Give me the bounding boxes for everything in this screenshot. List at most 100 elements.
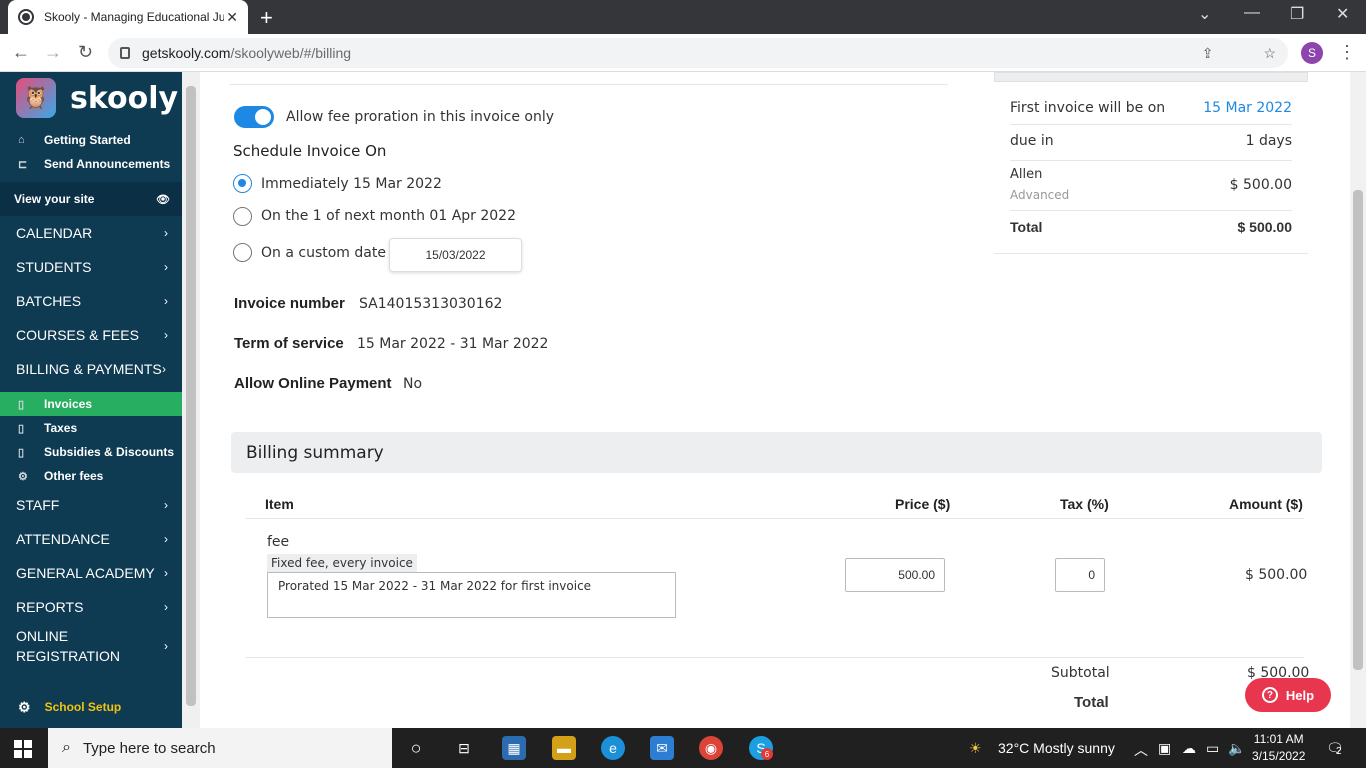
windows-taskbar: ⌕ Type here to search ○ ⊟ ▦ ▬ e ✉ ◉ S 6 … [0, 728, 1366, 768]
reload-icon[interactable]: ↻ [78, 42, 93, 63]
custom-date-field[interactable]: 15/03/2022 [389, 238, 522, 272]
back-icon[interactable]: ← [12, 42, 30, 63]
term-value: 15 Mar 2022 - 31 Mar 2022 [357, 336, 549, 352]
scrollbar-thumb[interactable] [1353, 190, 1363, 670]
edge-icon[interactable]: e [601, 736, 625, 760]
sidebar-item-subsidies-discounts[interactable]: ▯ Subsidies & Discounts [0, 440, 182, 464]
invoice-number-value: SA14015313030162 [359, 296, 503, 312]
window-close-icon[interactable]: ✕ [1336, 4, 1349, 24]
view-your-site-link[interactable]: View your site 👁 [0, 182, 182, 216]
url-field[interactable]: getskooly.com /skoolyweb/#/billing ⇪ ☆ [108, 38, 1288, 68]
weather-text[interactable]: 32°C Mostly sunny [998, 740, 1115, 756]
school-setup-link[interactable]: ⚙ School Setup [0, 696, 182, 718]
home-icon: ⌂ [18, 134, 25, 146]
total-label: Total [1010, 219, 1043, 235]
first-invoice-label: First invoice will be on [1010, 100, 1166, 116]
sidebar-item-getting-started[interactable]: ⌂ Getting Started [0, 128, 182, 152]
menu-label: ONLINE REGISTRATION [16, 628, 120, 664]
chevron-right-icon: › [164, 600, 168, 614]
chevron-right-icon: › [164, 226, 168, 240]
chrome-icon[interactable]: ◉ [699, 736, 723, 760]
megaphone-icon: ⊏ [18, 158, 28, 171]
menu-label: REPORTS [16, 599, 84, 615]
restore-icon[interactable]: ❐ [1290, 4, 1304, 24]
onedrive-icon[interactable]: ☁ [1182, 740, 1196, 757]
term-label: Term of service [234, 335, 344, 352]
sidebar-item-send-announcements[interactable]: ⊏ Send Announcements [0, 152, 182, 176]
brand-name: skooly [70, 80, 179, 116]
store-icon[interactable]: ▦ [502, 736, 526, 760]
sidebar-item-label: Taxes [44, 421, 78, 435]
taskbar-clock[interactable]: 11:01 AM 3/15/2022 [1252, 731, 1305, 765]
cortana-icon[interactable]: ○ [404, 736, 428, 760]
price-input[interactable]: 500.00 [845, 558, 945, 592]
due-value: 1 days [1245, 133, 1292, 149]
help-button[interactable]: ? Help [1245, 678, 1331, 712]
sidebar-item-taxes[interactable]: ▯ Taxes [0, 416, 182, 440]
schedule-next-month-radio[interactable] [233, 207, 252, 226]
browser-menu-icon[interactable]: ⋮ [1338, 42, 1356, 63]
fee-type-tag: Fixed fee, every invoice [267, 554, 417, 572]
sidebar-item-staff[interactable]: STAFF › [0, 488, 182, 522]
sidebar-item-reports[interactable]: REPORTS › [0, 590, 182, 624]
scrollbar-thumb[interactable] [186, 86, 196, 706]
schedule-immediately-radio[interactable] [233, 174, 252, 193]
browser-tab[interactable]: Skooly - Managing Educational Ju ✕ [8, 0, 248, 34]
main-scrollbar[interactable] [1350, 72, 1366, 728]
sidebar-item-general-academy[interactable]: GENERAL ACADEMY › [0, 556, 182, 590]
new-tab-icon[interactable]: + [260, 5, 273, 31]
proration-toggle[interactable] [234, 106, 274, 128]
line-item-amount: $ 500.00 [1245, 567, 1308, 583]
invoice-summary-card: First invoice will be on 15 Mar 2022 due… [994, 72, 1308, 254]
billing-summary-header: Billing summary [231, 432, 1322, 473]
chevron-right-icon: › [164, 498, 168, 512]
divider [246, 518, 1304, 519]
student-row: Allen Advanced $ 500.00 [1010, 160, 1292, 210]
column-tax: Tax (%) [1060, 496, 1109, 512]
student-name: Allen [1010, 167, 1043, 182]
sidebar-item-invoices[interactable]: ▯ Invoices [0, 392, 182, 416]
due-row: due in 1 days [1010, 124, 1292, 149]
card-header [994, 72, 1308, 82]
sidebar-item-calendar[interactable]: CALENDAR › [0, 216, 182, 250]
skooly-logo[interactable]: 🦉 skooly [0, 72, 182, 124]
battery-icon[interactable]: ▭ [1206, 740, 1219, 757]
sidebar-scrollbar[interactable] [182, 72, 200, 728]
document-icon: ▯ [18, 398, 25, 411]
minimize-icon[interactable]: — [1244, 4, 1260, 22]
subtotal-label: Subtotal [1051, 665, 1110, 681]
sidebar-item-courses-fees[interactable]: COURSES & FEES › [0, 318, 182, 352]
chevron-right-icon: › [164, 260, 168, 274]
column-item: Item [265, 496, 294, 512]
line-item-note-field[interactable]: Prorated 15 Mar 2022 - 31 Mar 2022 for f… [267, 572, 676, 618]
meet-now-icon[interactable]: ▣ [1158, 740, 1171, 757]
volume-icon[interactable]: 🔈 [1228, 740, 1245, 757]
menu-label: GENERAL ACADEMY [16, 565, 155, 581]
sidebar-item-batches[interactable]: BATCHES › [0, 284, 182, 318]
task-view-icon[interactable]: ⊟ [452, 736, 476, 760]
file-explorer-icon[interactable]: ▬ [552, 736, 576, 760]
mail-icon[interactable]: ✉ [650, 736, 674, 760]
divider [230, 84, 948, 85]
close-tab-icon[interactable]: ✕ [226, 9, 238, 26]
windows-start-icon[interactable] [14, 740, 32, 758]
sidebar-item-attendance[interactable]: ATTENDANCE › [0, 522, 182, 556]
line-item-name: fee [267, 534, 290, 550]
skype-badge: 6 [761, 748, 773, 760]
sidebar-item-students[interactable]: STUDENTS › [0, 250, 182, 284]
help-label: Help [1285, 687, 1315, 703]
tab-search-chevron-icon[interactable]: ⌄ [1198, 4, 1211, 24]
profile-avatar[interactable]: S [1301, 42, 1323, 64]
schedule-custom-date-radio[interactable] [233, 243, 252, 262]
tax-input[interactable]: 0 [1055, 558, 1105, 592]
taskbar-search-field[interactable]: ⌕ Type here to search [48, 728, 392, 768]
share-icon[interactable]: ⇪ [1202, 45, 1214, 62]
sidebar-item-other-fees[interactable]: ⚙ Other fees [0, 464, 182, 488]
sidebar-item-billing-payments[interactable]: BILLING & PAYMENTS › [0, 352, 182, 386]
forward-icon[interactable]: → [44, 42, 62, 63]
url-host: getskooly.com [142, 45, 231, 61]
tray-chevron-icon[interactable]: ︿ [1134, 740, 1148, 760]
sidebar-item-online-registration[interactable]: ONLINE REGISTRATION › [0, 624, 182, 668]
bookmark-star-icon[interactable]: ☆ [1263, 45, 1276, 62]
column-amount: Amount ($) [1229, 496, 1303, 512]
